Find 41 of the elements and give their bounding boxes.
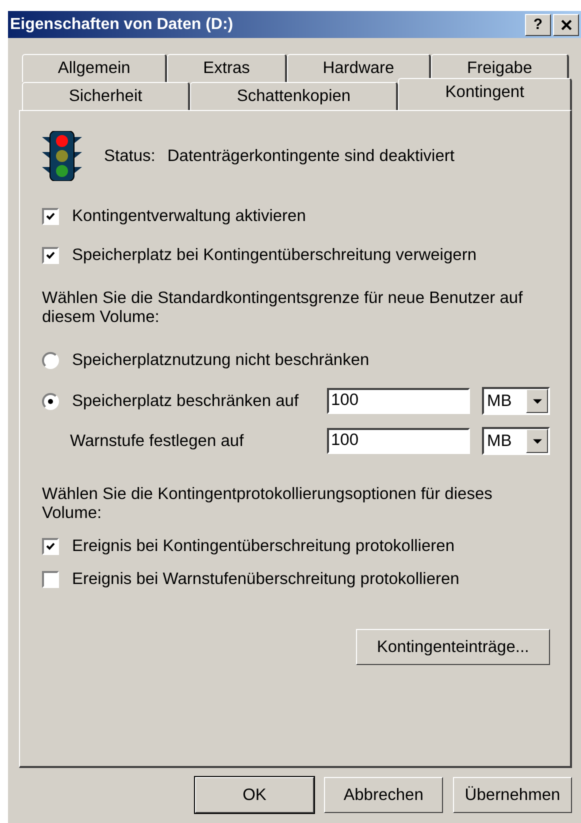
- warning-field[interactable]: 100: [327, 428, 470, 454]
- checkbox[interactable]: [42, 247, 59, 264]
- quota-entries-button[interactable]: Kontingenteinträge...: [356, 629, 550, 665]
- checkbox[interactable]: [42, 571, 59, 588]
- radio-button[interactable]: [42, 392, 59, 410]
- warning-label: Warnstufe festlegen auf: [70, 432, 244, 450]
- checkbox-label: Speicherplatz bei Kontingentüberschreitung verweigern: [72, 246, 476, 265]
- radio-button[interactable]: [42, 352, 59, 368]
- tab[interactable]: Kontingent: [398, 78, 572, 110]
- checkbox-label: Ereignis bei Kontingentüberschreitung protokollieren: [72, 537, 454, 556]
- help-button[interactable]: ?: [525, 14, 551, 36]
- unit-dropdown[interactable]: MB: [482, 387, 550, 415]
- tab[interactable]: Extras: [167, 54, 287, 82]
- status-text: Datenträgerkontingente sind deaktiviert: [167, 146, 454, 166]
- dialog-button[interactable]: Übernehmen: [453, 777, 572, 813]
- caret-icon: [532, 398, 542, 404]
- tab[interactable]: Schattenkopien: [190, 82, 398, 110]
- checkbox[interactable]: [42, 538, 59, 555]
- caret-icon: [532, 438, 542, 444]
- tab[interactable]: Allgemein: [22, 54, 168, 82]
- limit-prompt: Wählen Sie die Standardkontingentsgrenze für neue Benutzer auf diesem Volume:: [42, 289, 524, 327]
- radio-label: Speicherplatznutzung nicht beschränken: [72, 350, 370, 370]
- limit-field[interactable]: 100: [327, 388, 470, 414]
- dialog-button[interactable]: OK: [195, 777, 314, 813]
- log-prompt: Wählen Sie die Kontingentprotokollierungsoptionen für dieses Volume:: [42, 485, 494, 523]
- checkbox-label: Ereignis bei Warnstufenüberschreitung protokollieren: [72, 570, 460, 589]
- dialog-button[interactable]: Abbrechen: [324, 777, 443, 813]
- close-icon: [560, 20, 572, 30]
- checkbox-label: Kontingentverwaltung aktivieren: [72, 207, 306, 226]
- tab[interactable]: Hardware: [286, 54, 432, 82]
- checkbox[interactable]: [42, 208, 59, 225]
- check-icon: [46, 251, 55, 260]
- check-icon: [46, 212, 55, 221]
- radio-label: Speicherplatz beschränken auf: [72, 392, 299, 410]
- tab[interactable]: Sicherheit: [22, 82, 190, 110]
- close-button[interactable]: [553, 14, 579, 36]
- window-title: Eigenschaften von Daten (D:): [10, 16, 234, 34]
- status-label: Status:: [104, 146, 156, 166]
- check-icon: [46, 542, 55, 551]
- traffic-light-icon: [42, 131, 82, 181]
- unit-dropdown[interactable]: MB: [482, 427, 550, 455]
